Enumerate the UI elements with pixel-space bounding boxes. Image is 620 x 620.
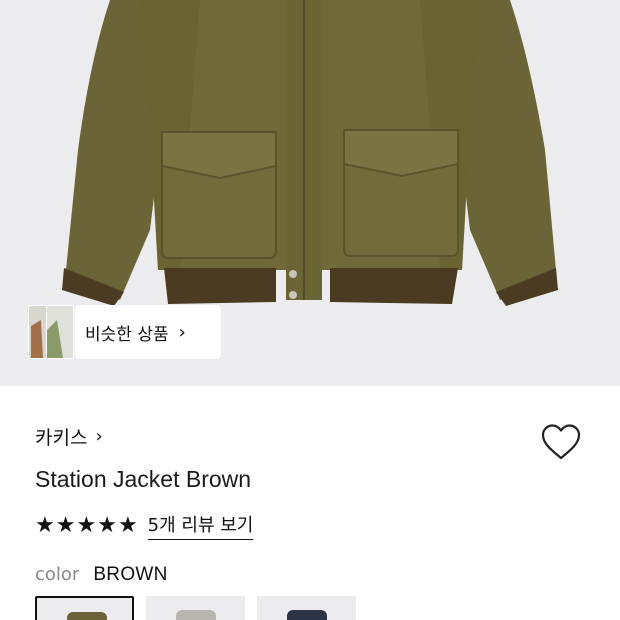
color-value: BROWN [93, 564, 168, 585]
star-filled-icon: ★ [117, 512, 138, 538]
brand-name: 카키스 [35, 427, 88, 449]
review-link[interactable]: 5개 리뷰 보기 [147, 511, 254, 540]
swatch-jacket-image [287, 610, 327, 620]
rating-row: ★ ★ ★ ★ ★ 5개 리뷰 보기 [35, 511, 254, 540]
star-filled-icon: ★ [35, 512, 55, 538]
chevron-right-icon: › [95, 426, 103, 447]
brand-link[interactable]: 카키스 › [35, 423, 103, 450]
star-filled-icon: ★ [76, 512, 97, 538]
swatch-navy[interactable] [257, 596, 356, 620]
similar-products-chip[interactable]: 비슷한 상품 › [28, 305, 221, 359]
chevron-right-icon: › [178, 321, 186, 343]
color-row: color BROWN [35, 564, 168, 586]
color-label: color [35, 564, 80, 585]
wishlist-button[interactable] [540, 422, 582, 462]
swatch-jacket-image [67, 612, 107, 620]
star-filled-icon: ★ [97, 512, 117, 538]
similar-products-button[interactable]: 비슷한 상품 › [75, 305, 221, 359]
color-swatches [35, 596, 356, 620]
product-title: Station Jacket Brown [35, 466, 252, 492]
swatch-jacket-image [176, 610, 216, 620]
swatch-brown[interactable] [35, 596, 134, 620]
similar-products-label: 비슷한 상품 [85, 324, 169, 345]
similar-thumb-green [46, 305, 74, 359]
heart-outline-icon [541, 424, 581, 460]
product-image[interactable]: 비슷한 상품 › [0, 0, 620, 386]
rating-stars: ★ ★ ★ ★ ★ [35, 512, 138, 538]
swatch-gray[interactable] [146, 596, 245, 620]
star-filled-icon: ★ [55, 512, 76, 538]
